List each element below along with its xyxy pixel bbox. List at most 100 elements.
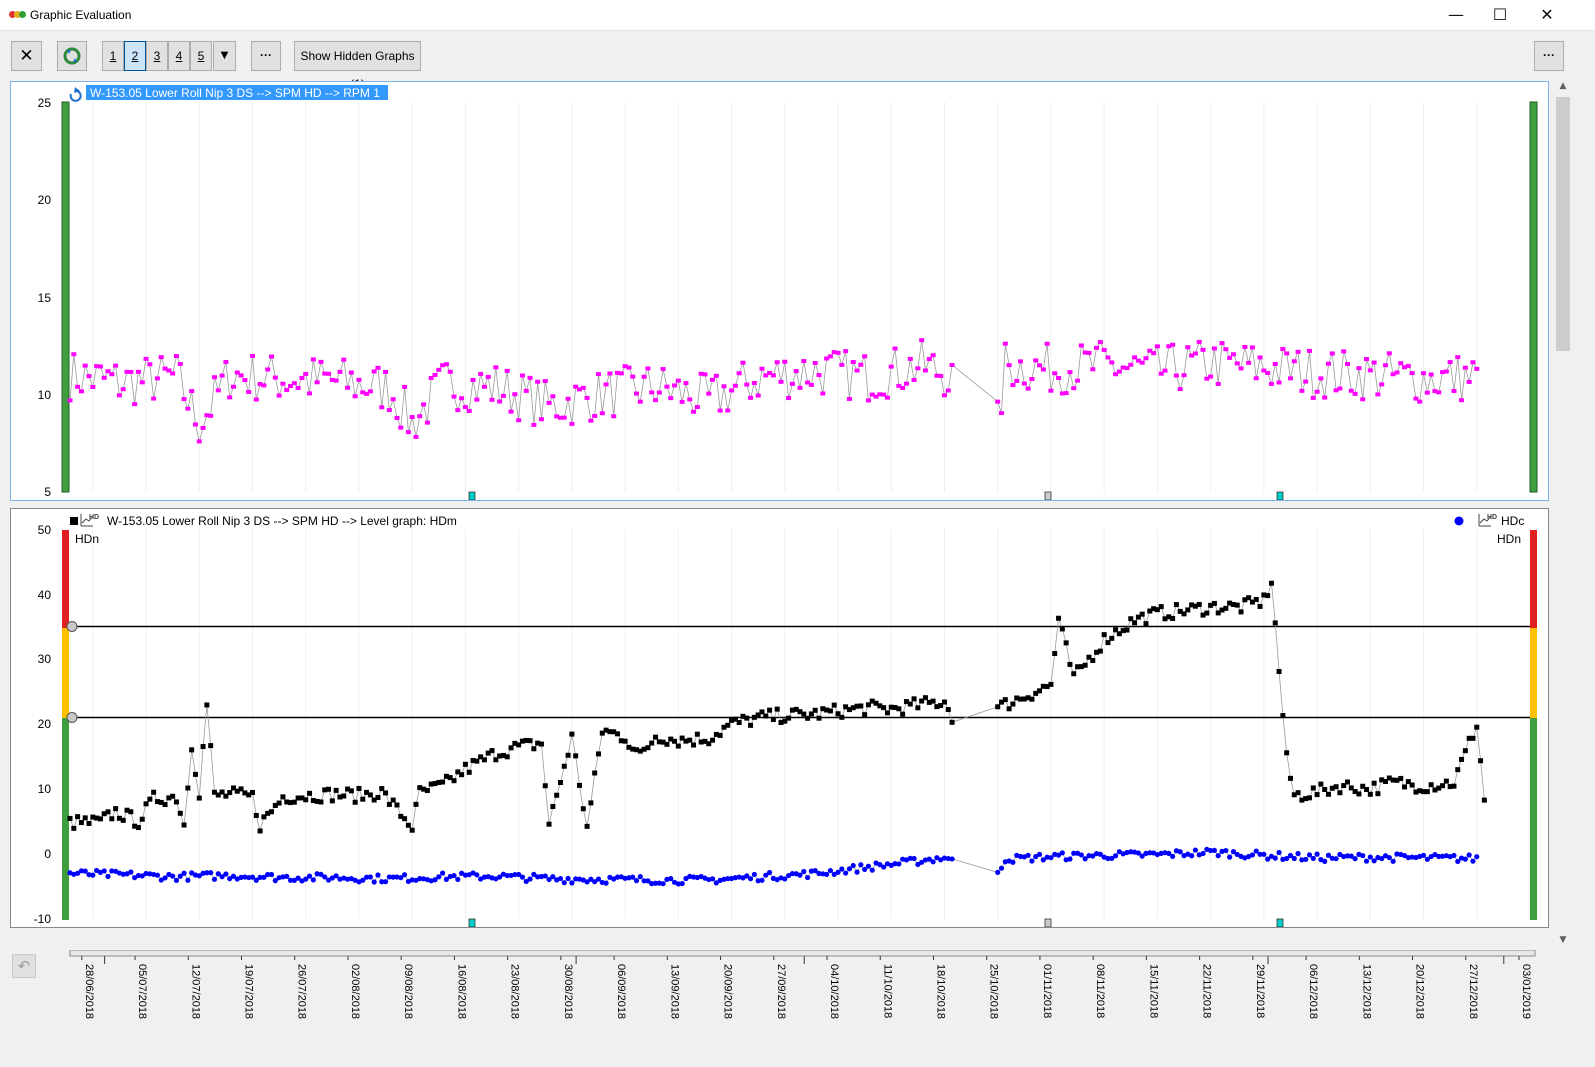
hdm-data-point <box>413 801 419 807</box>
rpm-data-point <box>999 411 1005 416</box>
rpm-data-point <box>101 375 107 380</box>
y-tick-label: -10 <box>34 912 52 926</box>
hdc-data-point <box>1078 852 1084 858</box>
hdm-data-point <box>542 783 548 789</box>
rpm-data-point <box>1018 359 1024 364</box>
hdc-data-point <box>1200 850 1206 857</box>
rpm-data-point <box>386 408 392 413</box>
hdm-data-point <box>1443 778 1449 784</box>
hdc-data-point <box>154 872 161 878</box>
marker-handle[interactable] <box>468 491 476 500</box>
rpm-graph-title[interactable]: W-153.05 Lower Roll Nip 3 DS --> SPM HD … <box>90 86 380 100</box>
hdc-data-point <box>1363 858 1370 864</box>
hdm-data-point <box>440 779 446 785</box>
hdm-data-point <box>1333 784 1339 790</box>
page-3-button[interactable]: 3 <box>146 41 168 71</box>
rpm-data-point <box>782 359 788 364</box>
page-5-button[interactable]: 5 <box>190 41 212 71</box>
maximize-button[interactable]: ☐ <box>1477 0 1523 31</box>
marker-handle[interactable] <box>1276 918 1284 927</box>
refresh-button[interactable] <box>57 41 87 71</box>
rpm-data-point <box>949 362 955 367</box>
right-more-options-button[interactable]: ··· <box>1534 41 1564 71</box>
hdm-data-point <box>949 719 955 725</box>
x-tick-label: 05/07/2018 <box>136 964 148 1019</box>
rpm-data-point <box>900 386 906 391</box>
hdm-data-point <box>649 740 655 746</box>
rpm-data-point <box>1272 361 1278 366</box>
time-scroll-track[interactable] <box>69 950 1536 957</box>
scroll-down-arrow[interactable]: ▼ <box>1554 935 1572 949</box>
hdm-data-point <box>546 821 552 827</box>
rpm-data-point <box>1215 381 1221 386</box>
close-window-button[interactable]: ✕ <box>1521 0 1573 31</box>
x-tick-label: 20/09/2018 <box>722 964 734 1019</box>
hdc-data-point <box>801 868 807 875</box>
rpm-data-point <box>611 414 617 419</box>
page-dropdown-button[interactable]: ▼ <box>213 41 236 71</box>
page-4-button[interactable]: 4 <box>168 41 190 71</box>
hdm-data-point <box>375 794 381 800</box>
hdm-data-point <box>1451 783 1457 789</box>
rpm-data-point <box>710 377 716 382</box>
time-axis[interactable]: 28/06/2018 05/07/2018 12/07/2018 19/07/2018… <box>66 950 1566 1062</box>
x-tick-label: 28/06/2018 <box>83 964 95 1019</box>
page-2-button[interactable]: 2 <box>124 41 146 71</box>
vertical-scrollbar[interactable]: ▲ ▼ <box>1554 81 1572 949</box>
hdm-data-point <box>508 745 514 751</box>
rpm-data-point <box>367 389 373 394</box>
rpm-graph-panel[interactable]: 25 20 15 10 5 W-153.05 Lower Roll Nip 3 … <box>10 81 1549 501</box>
rpm-data-point <box>250 353 255 358</box>
hdm-data-point <box>170 793 176 799</box>
hdm-data-point <box>135 825 141 831</box>
hdm-data-point <box>1143 621 1149 627</box>
minimize-button[interactable]: — <box>1433 0 1479 31</box>
marker-handle[interactable] <box>1276 491 1284 500</box>
page-1-button[interactable]: 1 <box>102 41 124 71</box>
hdc-data-point <box>565 875 571 882</box>
show-hidden-graphs-button[interactable]: Show Hidden Graphs (1) <box>294 41 421 91</box>
scroll-up-arrow[interactable]: ▲ <box>1554 81 1572 95</box>
hdm-data-point <box>424 788 430 794</box>
rpm-data-point <box>135 369 141 374</box>
hdc-data-point <box>679 880 685 887</box>
marker-handle[interactable] <box>1044 491 1052 500</box>
threshold-handle[interactable] <box>66 621 78 632</box>
more-options-button[interactable]: ··· <box>251 41 281 71</box>
hdc-data-point <box>1462 856 1468 862</box>
rpm-data-point <box>67 398 73 403</box>
rpm-data-point <box>1310 395 1316 400</box>
rpm-data-point <box>1253 376 1259 381</box>
x-tick-label: 27/12/2018 <box>1467 964 1479 1019</box>
threshold-handle[interactable] <box>66 712 78 723</box>
marker-handle[interactable] <box>468 918 476 927</box>
scrollbar-thumb[interactable] <box>1556 97 1570 351</box>
hdm-data-point <box>113 806 119 812</box>
rpm-data-point <box>436 367 442 372</box>
rpm-data-point <box>1428 372 1434 377</box>
hd-badge: HD <box>1487 514 1497 521</box>
hdc-data-point <box>1303 856 1309 863</box>
hdc-data-point <box>1420 852 1427 858</box>
rpm-data-point <box>588 418 594 423</box>
back-button[interactable]: ↶ <box>12 954 36 978</box>
hdc-data-point <box>1189 853 1195 859</box>
rpm-data-point <box>295 385 301 390</box>
rpm-data-point <box>1364 357 1370 362</box>
rpm-data-point <box>1462 365 1468 370</box>
close-graphs-button[interactable]: ✕ <box>11 41 42 71</box>
rpm-data-point <box>383 369 389 374</box>
hdm-data-point <box>1424 789 1430 795</box>
rpm-data-point <box>1356 366 1362 371</box>
level-graph-title[interactable]: W-153.05 Lower Roll Nip 3 DS --> SPM HD … <box>107 514 457 528</box>
hdm-data-point <box>189 747 195 753</box>
rpm-data-point <box>504 368 510 373</box>
hdc-data-point <box>208 870 214 876</box>
level-graph-panel[interactable]: 50 40 30 20 10 0 -10 HD W-153.05 Lower R… <box>10 508 1549 928</box>
hdm-data-point <box>1287 775 1293 781</box>
marker-handle[interactable] <box>1044 918 1052 927</box>
x-tick-label: 18/10/2018 <box>934 964 946 1019</box>
rpm-refresh-icon[interactable] <box>69 87 82 102</box>
rpm-data-point <box>789 381 795 386</box>
rpm-data-point <box>1318 376 1324 381</box>
